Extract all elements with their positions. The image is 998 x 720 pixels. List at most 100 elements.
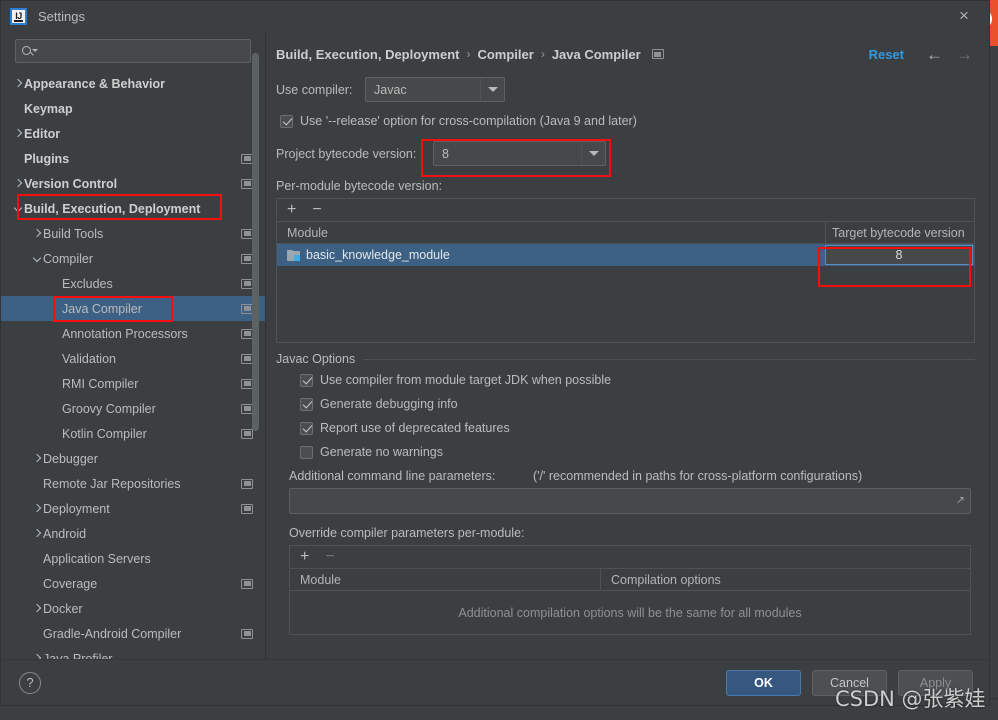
sidebar-item-label: Plugins <box>24 151 70 166</box>
dialog-title: Settings <box>38 8 85 24</box>
search-box[interactable] <box>15 39 251 63</box>
sidebar-scrollbar-thumb[interactable] <box>252 53 259 431</box>
use-compiler-select[interactable]: Javac <box>365 77 505 102</box>
sidebar-item-compiler[interactable]: Compiler <box>1 246 265 271</box>
sidebar-item-validation[interactable]: Validation <box>1 346 265 371</box>
chevron-right-icon[interactable] <box>11 128 24 139</box>
table-toolbar: + − <box>290 546 970 569</box>
forward-arrow-icon[interactable]: → <box>956 46 973 63</box>
module-icon <box>287 249 300 261</box>
javac-checkbox-generate-no-warnings[interactable]: Generate no warnings <box>300 445 975 459</box>
sidebar-item-label: Coverage <box>43 576 98 591</box>
add-override-button[interactable]: + <box>300 549 309 565</box>
settings-main-panel: Build, Execution, Deployment › Compiler … <box>266 31 989 659</box>
chevron-right-icon[interactable] <box>30 228 43 239</box>
checkbox-label: Use compiler from module target JDK when… <box>320 373 612 387</box>
column-header-target-bytecode[interactable]: Target bytecode version <box>825 222 974 243</box>
sidebar-item-build-tools[interactable]: Build Tools <box>1 221 265 246</box>
sidebar-item-remote-jar-repositories[interactable]: Remote Jar Repositories <box>1 471 265 496</box>
chevron-down-icon[interactable] <box>11 203 24 214</box>
sidebar-item-coverage[interactable]: Coverage <box>1 571 265 596</box>
sidebar-item-annotation-processors[interactable]: Annotation Processors <box>1 321 265 346</box>
remove-module-button[interactable]: − <box>312 202 321 218</box>
sidebar-item-label: Validation <box>62 351 116 366</box>
chevron-right-icon[interactable] <box>30 653 43 659</box>
checkbox-indicator <box>300 421 313 435</box>
intellij-idea-icon: IJ <box>10 7 27 25</box>
additional-params-label: Additional command line parameters: <box>289 469 496 483</box>
release-option-checkbox[interactable]: Use '--release' option for cross-compila… <box>280 114 975 128</box>
breadcrumb-item-2[interactable]: Java Compiler <box>552 47 641 62</box>
add-module-button[interactable]: + <box>287 202 296 218</box>
sidebar-item-label: Android <box>43 526 87 541</box>
chevron-down-icon[interactable] <box>30 253 43 264</box>
checkbox-label: Generate no warnings <box>320 445 443 459</box>
breadcrumb-item-1[interactable]: Compiler <box>477 47 533 62</box>
sidebar-item-rmi-compiler[interactable]: RMI Compiler <box>1 371 265 396</box>
column-header-module[interactable]: Module <box>277 222 825 243</box>
sidebar-item-appearance-behavior[interactable]: Appearance & Behavior <box>1 71 265 96</box>
checkbox-indicator <box>300 373 313 387</box>
expand-icon[interactable]: ↗ <box>956 495 965 507</box>
override-table-empty-message: Additional compilation options will be t… <box>458 606 802 620</box>
project-bytecode-select[interactable]: 8 <box>433 141 606 166</box>
sidebar-item-application-servers[interactable]: Application Servers <box>1 546 265 571</box>
chevron-right-icon[interactable] <box>30 503 43 514</box>
help-button[interactable]: ? <box>19 671 41 694</box>
search-input[interactable] <box>39 43 244 59</box>
sidebar-item-gradle-android-compiler[interactable]: Gradle-Android Compiler <box>1 621 265 646</box>
sidebar-item-label: Kotlin Compiler <box>62 426 147 441</box>
sidebar-item-groovy-compiler[interactable]: Groovy Compiler <box>1 396 265 421</box>
sidebar-item-label: Remote Jar Repositories <box>43 476 181 491</box>
project-bytecode-value: 8 <box>442 146 449 161</box>
sidebar-item-keymap[interactable]: Keymap <box>1 96 265 121</box>
remove-override-button[interactable]: − <box>325 549 334 565</box>
sidebar-item-kotlin-compiler[interactable]: Kotlin Compiler <box>1 421 265 446</box>
javac-checkbox-report-use-of-deprecated-features[interactable]: Report use of deprecated features <box>300 421 975 435</box>
column-header-module[interactable]: Module <box>290 569 600 590</box>
reset-link[interactable]: Reset <box>869 47 904 62</box>
javac-checkbox-generate-debugging-info[interactable]: Generate debugging info <box>300 397 975 411</box>
sidebar-item-debugger[interactable]: Debugger <box>1 446 265 471</box>
javac-checkbox-use-compiler-from-module-target-jdk-when-possible[interactable]: Use compiler from module target JDK when… <box>300 373 975 387</box>
cell-module: basic_knowledge_module <box>277 244 825 266</box>
sidebar-item-label: Docker <box>43 601 83 616</box>
chevron-right-icon[interactable] <box>30 453 43 464</box>
sidebar-item-deployment[interactable]: Deployment <box>1 496 265 521</box>
sidebar-item-version-control[interactable]: Version Control <box>1 171 265 196</box>
module-name: basic_knowledge_module <box>306 248 450 262</box>
sidebar-item-java-profiler[interactable]: Java Profiler <box>1 646 265 659</box>
sidebar-item-docker[interactable]: Docker <box>1 596 265 621</box>
javac-options-title: Javac Options <box>276 352 356 366</box>
chevron-right-icon[interactable] <box>11 78 24 89</box>
per-module-bytecode-label: Per-module bytecode version: <box>276 179 443 193</box>
sidebar-item-excludes[interactable]: Excludes <box>1 271 265 296</box>
breadcrumb: Build, Execution, Deployment › Compiler … <box>276 37 975 71</box>
target-bytecode-input[interactable]: 8 <box>825 245 973 265</box>
sidebar-item-label: Java Compiler <box>62 301 142 316</box>
table-row[interactable]: basic_knowledge_module 8 <box>277 244 974 266</box>
checkbox-indicator <box>300 445 313 459</box>
breadcrumb-item-0[interactable]: Build, Execution, Deployment <box>276 47 459 62</box>
settings-config-icon[interactable] <box>651 49 664 59</box>
sidebar-item-plugins[interactable]: Plugins <box>1 146 265 171</box>
watermark: CSDN @张紫娃 <box>835 687 986 711</box>
chevron-right-icon[interactable] <box>30 528 43 539</box>
chevron-right-icon[interactable] <box>30 603 43 614</box>
additional-params-label-row: Additional command line parameters: ('/'… <box>289 469 975 483</box>
sidebar-item-java-compiler[interactable]: Java Compiler <box>1 296 265 321</box>
back-arrow-icon[interactable]: ← <box>926 46 943 63</box>
sidebar-item-label: Excludes <box>62 276 113 291</box>
table-toolbar: + − <box>277 199 974 222</box>
sidebar-item-label: Deployment <box>43 501 110 516</box>
ok-button[interactable]: OK <box>726 669 801 696</box>
sidebar-item-android[interactable]: Android <box>1 521 265 546</box>
close-icon[interactable]: × <box>953 5 975 27</box>
sidebar-item-build-execution-deployment[interactable]: Build, Execution, Deployment <box>1 196 265 221</box>
sidebar-item-editor[interactable]: Editor <box>1 121 265 146</box>
project-bytecode-label: Project bytecode version: <box>276 146 417 161</box>
column-header-compilation-options[interactable]: Compilation options <box>600 569 970 590</box>
additional-params-input[interactable]: ↗ <box>289 488 971 514</box>
sidebar-item-label: Annotation Processors <box>62 326 188 341</box>
chevron-right-icon[interactable] <box>11 178 24 189</box>
